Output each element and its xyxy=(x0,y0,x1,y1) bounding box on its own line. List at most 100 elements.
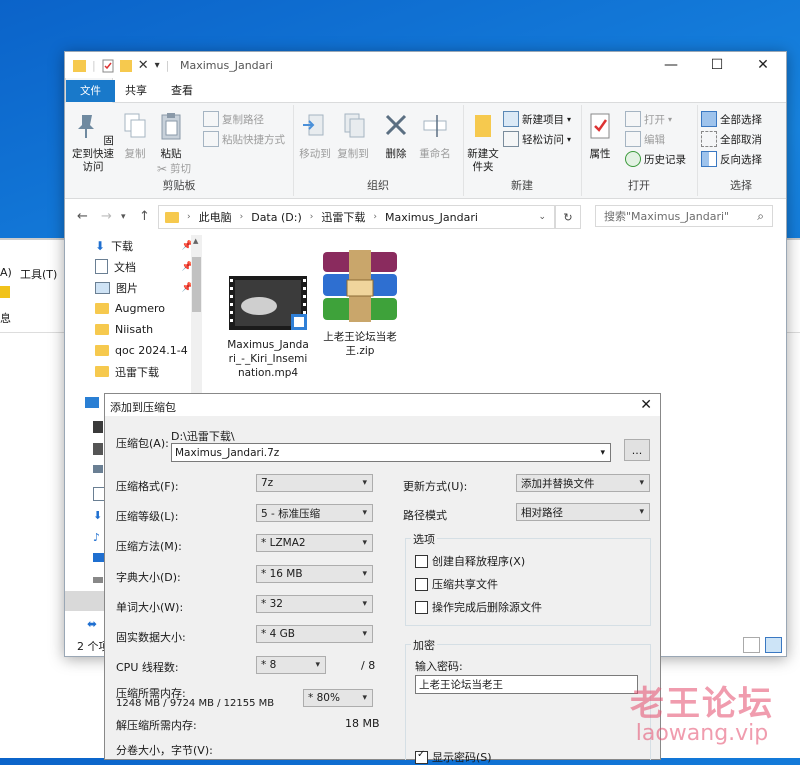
level-select[interactable]: 5 - 标准压缩 ▾ xyxy=(256,504,373,522)
menu-item-tools[interactable]: 工具(T) xyxy=(20,266,57,282)
new-folder-button[interactable]: 新建文件夹 xyxy=(465,111,501,174)
delete-after-checkbox[interactable]: 操作完成后删除源文件 xyxy=(415,599,542,615)
dialog-title-bar[interactable]: 添加到压缩包 ✕ xyxy=(105,394,660,416)
update-label: 更新方式(U): xyxy=(403,480,468,493)
address-dropdown-icon[interactable]: ⌄ xyxy=(538,212,546,222)
separator-icon: | xyxy=(92,59,96,72)
breadcrumb-current[interactable]: Maximus_Jandari xyxy=(385,211,478,224)
new-folder-icon[interactable] xyxy=(119,59,132,72)
close-button[interactable]: ✕ xyxy=(740,52,786,78)
delete-button[interactable]: 删除 xyxy=(381,111,411,161)
properties-button[interactable]: 属性 xyxy=(585,111,615,161)
file-item-video[interactable]: Maximus_Jandari_-_Kiri_Insemination.mp4 xyxy=(223,276,313,380)
drive-icon[interactable] xyxy=(93,577,103,583)
paste-shortcut-button[interactable]: 粘贴快捷方式 xyxy=(203,131,285,147)
cpu-select[interactable]: * 8 ▾ xyxy=(256,656,326,674)
recent-chevron-icon[interactable]: ▾ xyxy=(121,212,126,222)
delete-icon[interactable]: ✕ xyxy=(138,58,149,73)
chevron-down-icon: ▾ xyxy=(668,114,673,124)
forward-button[interactable]: → xyxy=(101,209,112,224)
properties-icon[interactable] xyxy=(102,59,114,73)
nav-item-folder[interactable]: Augmero xyxy=(65,298,203,319)
maximize-button[interactable]: ☐ xyxy=(694,52,740,78)
solid-select[interactable]: * 4 GB ▾ xyxy=(256,625,373,643)
select-none-button[interactable]: 全部取消 xyxy=(701,131,762,147)
refresh-icon: ↻ xyxy=(563,210,573,224)
tab-file[interactable]: 文件 xyxy=(66,80,115,102)
password-input[interactable]: 上老王论坛当老王 xyxy=(415,675,638,694)
show-password-checkbox[interactable]: ✓ 显示密码(S) xyxy=(415,749,492,765)
browse-button[interactable]: ... xyxy=(624,439,650,461)
move-to-button[interactable]: 移动到 xyxy=(297,111,333,161)
copy-to-button[interactable]: 复制到 xyxy=(335,111,371,161)
tab-view[interactable]: 查看 xyxy=(159,78,205,102)
scrollbar-thumb[interactable] xyxy=(192,257,201,312)
music-icon[interactable]: ♪ xyxy=(93,531,100,544)
details-view-icon[interactable] xyxy=(743,637,760,653)
easy-access-button[interactable]: 轻松访问 ▾ xyxy=(503,131,571,147)
address-row: ← → ▾ ↑ › 此电脑 › Data (D:) › 迅雷下载 › Maxim… xyxy=(65,199,786,235)
chevron-down-icon[interactable]: ▾ xyxy=(600,448,605,458)
nav-label: 迅雷下载 xyxy=(115,365,159,379)
large-icons-view-icon[interactable] xyxy=(765,637,782,653)
dialog-close-button[interactable]: ✕ xyxy=(640,397,652,413)
copy-button[interactable]: 复制 xyxy=(119,111,151,161)
password-value: 上老王论坛当老王 xyxy=(419,679,503,691)
nav-item-pictures[interactable]: 图片 📌 xyxy=(65,277,203,298)
method-select[interactable]: * LZMA2 ▾ xyxy=(256,534,373,552)
nav-item-downloads[interactable]: ⬇ 下载 📌 xyxy=(65,235,203,256)
nav-icon[interactable] xyxy=(93,421,103,433)
update-select[interactable]: 添加并替换文件 ▾ xyxy=(516,474,650,492)
address-bar[interactable]: › 此电脑 › Data (D:) › 迅雷下载 › Maximus_Janda… xyxy=(158,205,555,229)
customize-icon[interactable]: ▾ xyxy=(155,60,160,71)
nav-item-documents[interactable]: 文档 📌 xyxy=(65,256,203,277)
file-name: 上老王论坛当老王.zip xyxy=(323,331,397,357)
refresh-button[interactable]: ↻ xyxy=(555,205,581,229)
nav-item-folder[interactable]: Niisath xyxy=(65,319,203,340)
file-item-archive[interactable]: 上老王论坛当老王.zip xyxy=(315,250,405,358)
dict-select[interactable]: * 16 MB ▾ xyxy=(256,565,373,583)
breadcrumb-this-pc[interactable]: 此电脑 xyxy=(199,209,232,225)
breadcrumb-xunlei[interactable]: 迅雷下载 xyxy=(321,209,365,225)
select-all-button[interactable]: 全部选择 xyxy=(701,111,762,127)
up-button[interactable]: ↑ xyxy=(139,209,150,224)
network-icon[interactable]: ⬌ xyxy=(87,617,97,631)
word-select[interactable]: * 32 ▾ xyxy=(256,595,373,613)
edit-button[interactable]: 编辑 xyxy=(625,131,665,147)
delete-x-icon xyxy=(385,114,407,136)
menu-item-partial[interactable]: A) xyxy=(0,266,12,279)
nav-icon[interactable] xyxy=(93,465,103,473)
invert-selection-button[interactable]: 反向选择 xyxy=(701,151,762,167)
path-select[interactable]: 相对路径 ▾ xyxy=(516,503,650,521)
paste-button[interactable]: 粘贴 xyxy=(155,111,187,161)
archive-name-input[interactable]: Maximus_Jandari.7z ▾ xyxy=(171,443,611,462)
cut-button[interactable]: ✂ 剪切 xyxy=(157,161,191,176)
sfx-checkbox[interactable]: 创建自释放程序(X) xyxy=(415,553,525,569)
group-clipboard: 固定到快速访问 复制 粘贴 复制路径 粘贴快捷方式 ✂ 剪切 剪贴板 xyxy=(65,105,294,196)
back-button[interactable]: ← xyxy=(77,209,88,224)
open-button[interactable]: 打开 ▾ xyxy=(625,111,672,127)
nav-icon[interactable] xyxy=(93,443,103,455)
history-button[interactable]: 历史记录 xyxy=(625,151,686,167)
mem-percent-select[interactable]: * 80% ▾ xyxy=(303,689,373,707)
shared-checkbox[interactable]: 压缩共享文件 xyxy=(415,576,498,592)
group-select: 全部选择 全部取消 反向选择 选择 xyxy=(697,105,785,196)
breadcrumb-drive[interactable]: Data (D:) xyxy=(251,211,302,224)
chevron-down-icon: ▾ xyxy=(567,114,572,124)
rename-button[interactable]: 重命名 xyxy=(415,111,455,161)
pin-quick-access-button[interactable]: 固定到快速访问 xyxy=(71,111,115,174)
download-arrow-icon[interactable]: ⬇ xyxy=(93,509,102,522)
minimize-button[interactable]: — xyxy=(648,52,694,78)
tab-share[interactable]: 共享 xyxy=(113,78,159,102)
scroll-up-icon[interactable]: ▲ xyxy=(193,237,198,245)
cpu-value: * 8 xyxy=(261,659,277,671)
nav-item-folder[interactable]: qoc 2024.1-4 xyxy=(65,340,203,361)
folder-icon xyxy=(95,366,109,377)
nav-item-folder[interactable]: 迅雷下载 xyxy=(65,361,203,382)
format-select[interactable]: 7z ▾ xyxy=(256,474,373,492)
search-input[interactable]: 搜索"Maximus_Jandari" ⌕ xyxy=(595,205,773,227)
title-bar[interactable]: | ✕ ▾ | Maximus_Jandari — ☐ ✕ xyxy=(65,52,786,78)
copy-path-button[interactable]: 复制路径 xyxy=(203,111,264,127)
new-item-button[interactable]: 新建项目 ▾ xyxy=(503,111,571,127)
this-pc-icon[interactable] xyxy=(85,397,99,408)
